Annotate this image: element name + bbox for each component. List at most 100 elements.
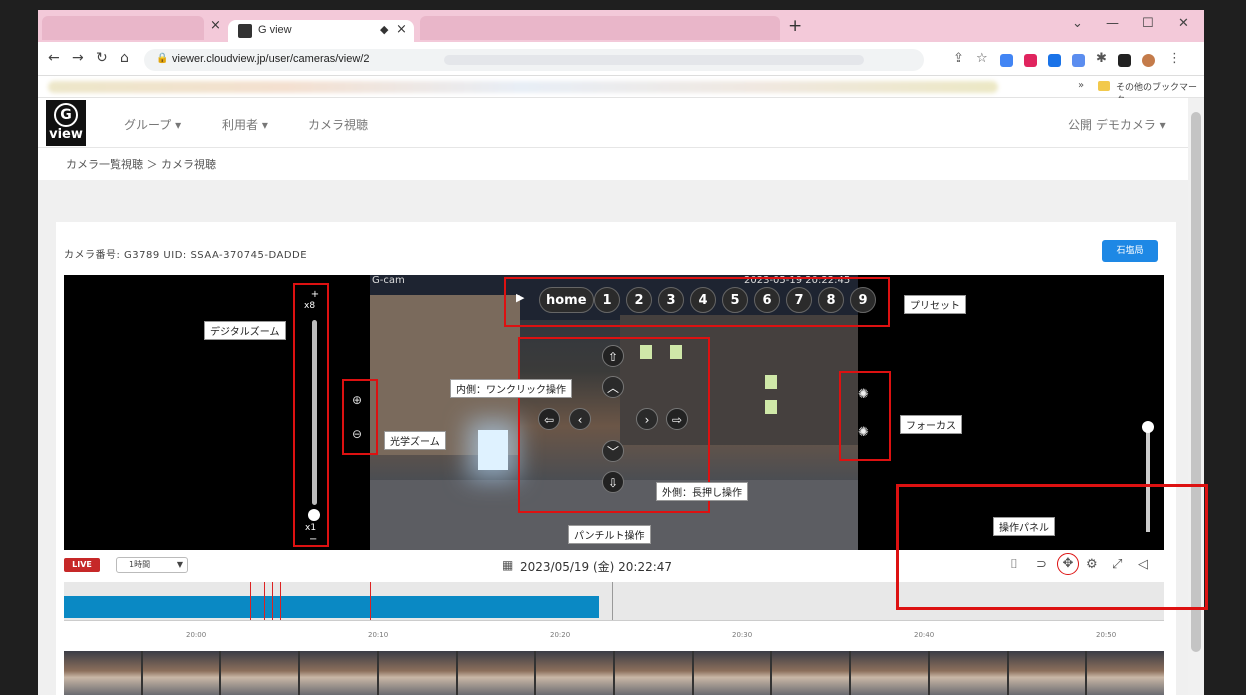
- chevron-down-icon[interactable]: ⌄: [1072, 16, 1083, 31]
- chevron-down-icon[interactable]: ﹀: [602, 440, 624, 462]
- zoom-max-label: x8: [304, 301, 316, 311]
- event-marker[interactable]: [272, 582, 273, 620]
- preset-7-button[interactable]: 7: [786, 287, 812, 313]
- thumbnail[interactable]: [457, 651, 535, 695]
- user-menu[interactable]: 公開 デモカメラ ▾: [1068, 116, 1166, 133]
- thumbnail[interactable]: [1087, 651, 1165, 695]
- calendar-icon[interactable]: ▦: [502, 558, 513, 572]
- tab-gview[interactable]: G view ◆ ×: [228, 20, 414, 42]
- chevron-up-icon[interactable]: ︿: [602, 376, 624, 398]
- menu-group[interactable]: グループ ▾: [124, 116, 181, 133]
- gview-logo[interactable]: G view: [46, 100, 86, 146]
- extension-icon[interactable]: [1024, 54, 1037, 67]
- breadcrumb: カメラ一覧視聴 ＞ カメラ視聴: [66, 158, 216, 171]
- digital-zoom-slider[interactable]: [312, 320, 317, 505]
- thumbnail[interactable]: [142, 651, 220, 695]
- event-marker[interactable]: [280, 582, 281, 620]
- tick-label: 20:40: [914, 631, 935, 639]
- extension-icon[interactable]: [1048, 54, 1061, 67]
- close-window-icon[interactable]: ✕: [1178, 16, 1189, 31]
- thumbnail[interactable]: [1008, 651, 1086, 695]
- volume-handle[interactable]: [1142, 421, 1154, 433]
- profile-avatar[interactable]: [1142, 54, 1155, 67]
- event-marker[interactable]: [250, 582, 251, 620]
- feed-vending-machine: [478, 430, 508, 470]
- preset-4-button[interactable]: 4: [690, 287, 716, 313]
- maximize-icon[interactable]: ☐: [1142, 16, 1154, 31]
- focus-far-icon[interactable]: ✺: [858, 425, 869, 440]
- feed-window: [765, 400, 777, 414]
- thumbnail[interactable]: [536, 651, 614, 695]
- new-tab-icon[interactable]: +: [788, 16, 802, 36]
- thumbnail[interactable]: [64, 651, 141, 695]
- tick-label: 20:00: [186, 631, 207, 639]
- digital-zoom-label: デジタルズーム: [204, 321, 286, 340]
- reload-icon[interactable]: ↻: [96, 50, 108, 66]
- thumbnail[interactable]: [615, 651, 692, 695]
- audio-icon[interactable]: ◆: [380, 23, 388, 36]
- preset-6-button[interactable]: 6: [754, 287, 780, 313]
- overflow-chevron-icon[interactable]: »: [1078, 80, 1084, 91]
- minimize-icon[interactable]: —: [1106, 16, 1119, 31]
- preset-5-button[interactable]: 5: [722, 287, 748, 313]
- tab-strip: × G view ◆ × + ⌄ — ☐ ✕: [38, 10, 1204, 42]
- extension-icon[interactable]: [1000, 54, 1013, 67]
- tick-label: 20:50: [1096, 631, 1117, 639]
- star-icon[interactable]: ☆: [976, 51, 988, 66]
- tick-label: 20:10: [368, 631, 389, 639]
- preset-9-button[interactable]: 9: [850, 287, 876, 313]
- share-icon[interactable]: ⇪: [953, 51, 964, 66]
- kebab-menu-icon[interactable]: ⋮: [1168, 51, 1181, 66]
- thumbnail[interactable]: [693, 651, 771, 695]
- menu-camera-view[interactable]: カメラ視聴: [308, 116, 368, 133]
- thumbnail[interactable]: [929, 651, 1007, 695]
- url-field[interactable]: 🔒 viewer.cloudview.jp/user/cameras/view/…: [144, 49, 924, 71]
- tab-title: G view: [258, 24, 292, 36]
- close-icon[interactable]: ×: [396, 22, 407, 37]
- thumbnail[interactable]: [378, 651, 456, 695]
- close-icon[interactable]: ×: [210, 18, 221, 33]
- zoom-min-label: x1: [305, 523, 317, 533]
- preset-label: プリセット: [904, 295, 966, 314]
- event-marker[interactable]: [264, 582, 265, 620]
- focus-highlight: [839, 371, 891, 461]
- back-icon[interactable]: ←: [48, 50, 60, 66]
- preset-2-button[interactable]: 2: [626, 287, 652, 313]
- home-icon[interactable]: ⌂: [120, 50, 129, 66]
- folder-icon: [1098, 81, 1110, 91]
- forward-icon[interactable]: →: [72, 50, 84, 66]
- zoom-out-icon[interactable]: ⊖: [352, 427, 362, 441]
- arrow-up-outer-icon[interactable]: ⇧: [602, 345, 624, 367]
- arrow-right-outer-icon[interactable]: ⇨: [666, 408, 688, 430]
- zoom-minus[interactable]: −: [309, 534, 317, 545]
- preset-3-button[interactable]: 3: [658, 287, 684, 313]
- event-marker[interactable]: [370, 582, 371, 620]
- preset-home-button[interactable]: home: [539, 287, 594, 313]
- blurred-tab[interactable]: [42, 16, 204, 40]
- digital-zoom-handle[interactable]: [308, 509, 320, 521]
- zoom-in-icon[interactable]: ⊕: [352, 393, 362, 407]
- timeline-cursor[interactable]: [612, 582, 613, 620]
- live-badge[interactable]: LIVE: [64, 558, 100, 572]
- extension-icon[interactable]: [1072, 54, 1085, 67]
- digital-zoom-highlight: [293, 283, 329, 547]
- focus-near-icon[interactable]: ✺: [858, 387, 869, 402]
- time-range-select[interactable]: 1時間 ▼: [116, 557, 188, 573]
- edit-button[interactable]: 石塩局: [1102, 240, 1158, 262]
- chevron-right-icon[interactable]: ›: [636, 408, 658, 430]
- chevron-left-icon[interactable]: ‹: [569, 408, 591, 430]
- play-icon[interactable]: ▶: [516, 291, 524, 304]
- menu-users[interactable]: 利用者 ▾: [222, 116, 268, 133]
- zoom-plus[interactable]: +: [309, 289, 321, 300]
- thumbnail[interactable]: [221, 651, 299, 695]
- thumbnail[interactable]: [772, 651, 850, 695]
- arrow-left-outer-icon[interactable]: ⇦: [538, 408, 560, 430]
- preset-1-button[interactable]: 1: [594, 287, 620, 313]
- thumbnail[interactable]: [851, 651, 928, 695]
- arrow-down-outer-icon[interactable]: ⇩: [602, 471, 624, 493]
- sidepanel-icon[interactable]: [1118, 54, 1131, 67]
- puzzle-icon[interactable]: ✱: [1096, 51, 1107, 66]
- preset-8-button[interactable]: 8: [818, 287, 844, 313]
- blurred-tab[interactable]: [420, 16, 780, 40]
- thumbnail[interactable]: [300, 651, 377, 695]
